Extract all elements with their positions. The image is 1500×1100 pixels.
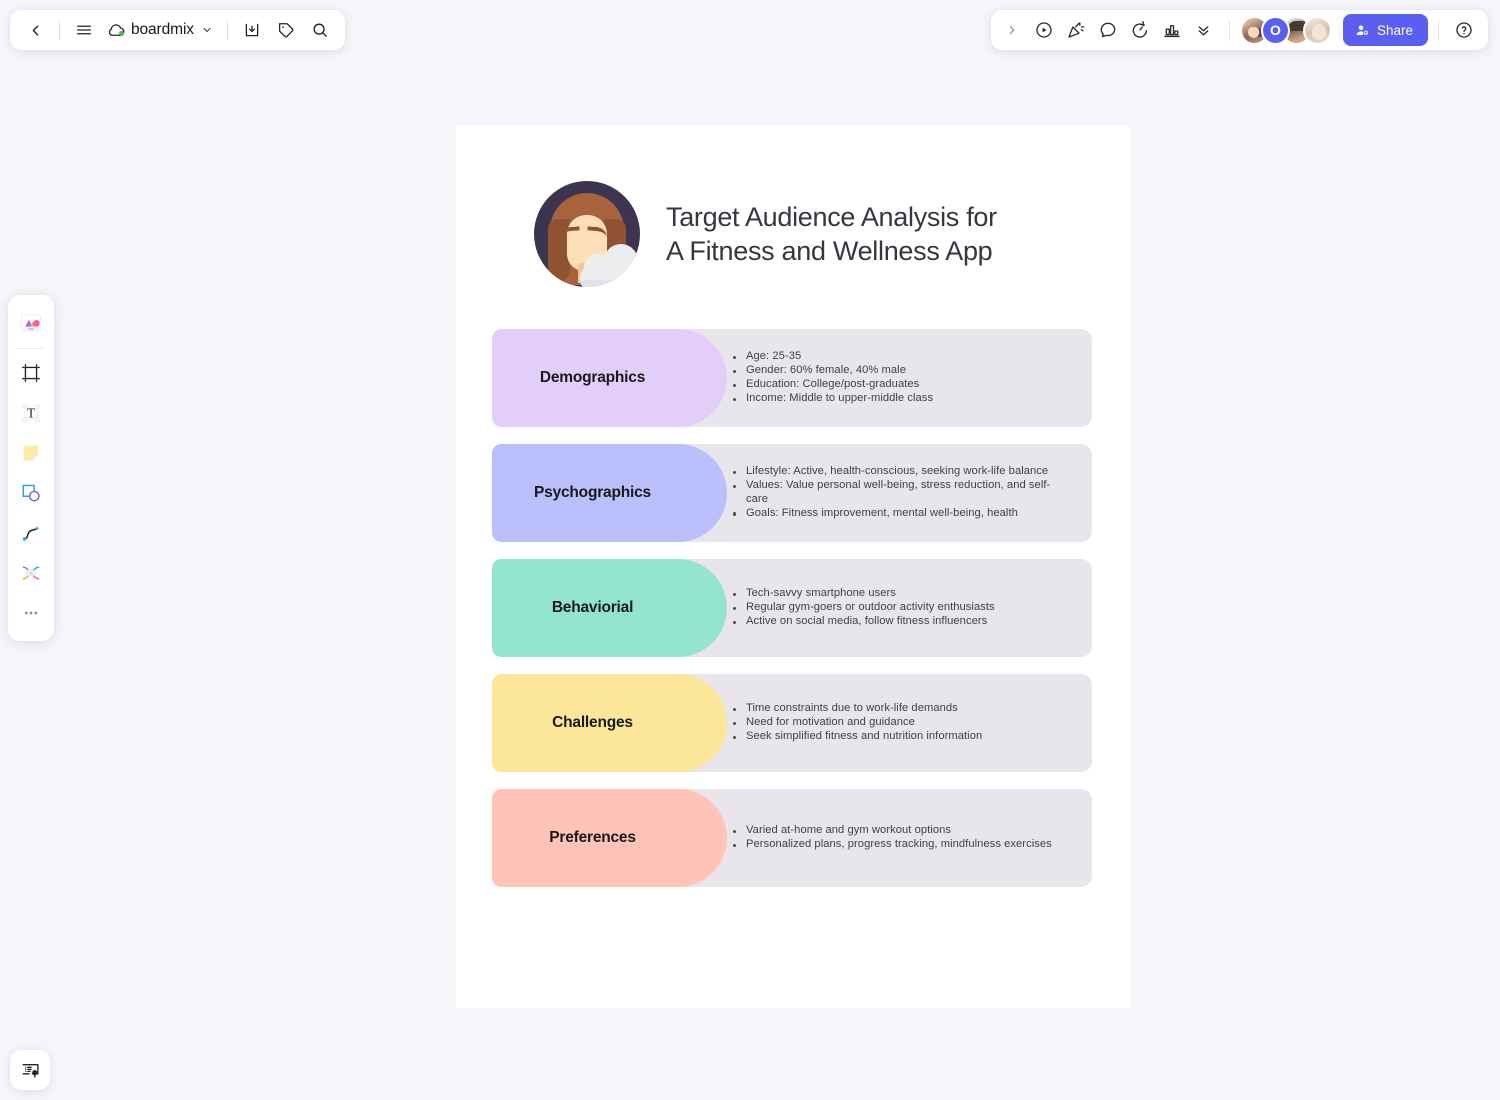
bullet-item: Time constraints due to work-life demand… [732, 702, 1072, 715]
export-button[interactable] [235, 13, 269, 47]
top-right-toolbar: O Share [991, 10, 1488, 50]
svg-text:T: T [27, 406, 35, 421]
bullet-item: Income: Middle to upper-middle class [732, 392, 1072, 405]
row-category-pill: Challenges [492, 674, 727, 772]
tag-button[interactable] [269, 13, 303, 47]
toolbar-divider [59, 20, 60, 40]
woman-avatar-illustration [534, 181, 640, 287]
celebrate-button[interactable] [1061, 15, 1091, 45]
share-button-label: Share [1377, 23, 1413, 38]
search-button[interactable] [303, 13, 337, 47]
document-name-chip[interactable]: boardmix [101, 14, 220, 46]
frame-icon[interactable] [12, 353, 50, 393]
comment-button[interactable] [1093, 15, 1123, 45]
main-menu-button[interactable] [67, 13, 101, 47]
row-bullet-list: Lifestyle: Active, health-conscious, see… [732, 444, 1072, 542]
analysis-row[interactable]: Psychographics Lifestyle: Active, health… [492, 444, 1092, 542]
presentation-mode-button[interactable] [10, 1050, 50, 1090]
sticky-note-icon[interactable] [12, 433, 50, 473]
expand-toolbar-button[interactable] [997, 15, 1027, 45]
bullet-item: Gender: 60% female, 40% male [732, 364, 1072, 377]
row-category-label: Preferences [549, 829, 636, 847]
row-category-pill: Demographics [492, 329, 727, 427]
pen-curve-icon[interactable] [12, 513, 50, 553]
row-category-label: Behaviorial [552, 599, 633, 617]
bullet-item: Age: 25-35 [732, 350, 1072, 363]
toolbar-divider-3 [1229, 20, 1230, 41]
bullet-item: Regular gym-goers or outdoor activity en… [732, 601, 1072, 614]
top-left-toolbar: boardmix [10, 10, 345, 50]
text-icon[interactable]: T [12, 393, 50, 433]
page-title: Target Audience Analysis for A Fitness a… [666, 200, 997, 268]
toolbar-divider-4 [1438, 20, 1439, 41]
cloud-synced-icon [107, 23, 124, 38]
bullet-item: Goals: Fitness improvement, mental well-… [732, 507, 1072, 520]
row-category-label: Demographics [540, 369, 645, 387]
person-add-icon [1355, 23, 1370, 38]
more-options-button[interactable] [1189, 15, 1219, 45]
help-button[interactable] [1449, 15, 1479, 45]
bullet-item: Personalized plans, progress tracking, m… [732, 838, 1072, 851]
toolbar-divider-2 [227, 20, 228, 40]
document-title-label: boardmix [131, 21, 194, 39]
analysis-row[interactable]: Behaviorial Tech-savvy smartphone usersR… [492, 559, 1092, 657]
row-bullet-list: Tech-savvy smartphone usersRegular gym-g… [732, 559, 1072, 657]
bullet-item: Lifestyle: Active, health-conscious, see… [732, 465, 1072, 478]
row-bullet-list: Time constraints due to work-life demand… [732, 674, 1072, 772]
analysis-row[interactable]: Preferences Varied at-home and gym worko… [492, 789, 1092, 887]
document-header: Target Audience Analysis for A Fitness a… [456, 126, 1130, 287]
bullet-item: Seek simplified fitness and nutrition in… [732, 730, 1072, 743]
row-category-pill: Behaviorial [492, 559, 727, 657]
connector-icon[interactable] [12, 553, 50, 593]
row-category-label: Psychographics [534, 484, 651, 502]
chevron-down-icon [201, 24, 213, 36]
row-bullet-list: Age: 25-35Gender: 60% female, 40% maleEd… [732, 329, 1072, 427]
more-tools-icon[interactable] [12, 593, 50, 633]
presentation-mode-icon [20, 1060, 41, 1081]
analysis-row[interactable]: Challenges Time constraints due to work-… [492, 674, 1092, 772]
row-category-pill: Preferences [492, 789, 727, 887]
bullet-item: Education: College/post-graduates [732, 378, 1072, 391]
bullet-item: Values: Value personal well-being, stres… [732, 479, 1072, 506]
bullet-item: Active on social media, follow fitness i… [732, 615, 1072, 628]
back-button[interactable] [18, 13, 52, 47]
present-button[interactable] [1029, 15, 1059, 45]
timer-button[interactable] [1125, 15, 1155, 45]
analysis-row[interactable]: Demographics Age: 25-35Gender: 60% femal… [492, 329, 1092, 427]
analysis-rows: Demographics Age: 25-35Gender: 60% femal… [456, 287, 1130, 887]
row-category-pill: Psychographics [492, 444, 727, 542]
vote-button[interactable] [1157, 15, 1187, 45]
whiteboard-document-card: Target Audience Analysis for A Fitness a… [456, 126, 1130, 1008]
templates-icon[interactable] [12, 303, 50, 343]
row-bullet-list: Varied at-home and gym workout optionsPe… [732, 789, 1072, 887]
left-tools-toolbar: T [8, 295, 54, 641]
share-button[interactable]: Share [1343, 14, 1428, 46]
boardmix-app-window: boardmix [0, 0, 1500, 1100]
bullet-item: Varied at-home and gym workout options [732, 824, 1072, 837]
avatar-collaborator-4[interactable] [1303, 16, 1332, 45]
row-category-label: Challenges [552, 714, 633, 732]
bullet-item: Tech-savvy smartphone users [732, 587, 1072, 600]
toolbar-divider-left [18, 348, 44, 349]
bullet-item: Need for motivation and guidance [732, 716, 1072, 729]
avatar-collaborator-2[interactable]: O [1261, 16, 1290, 45]
collaborator-avatars: O [1240, 16, 1332, 45]
shapes-icon[interactable] [12, 473, 50, 513]
